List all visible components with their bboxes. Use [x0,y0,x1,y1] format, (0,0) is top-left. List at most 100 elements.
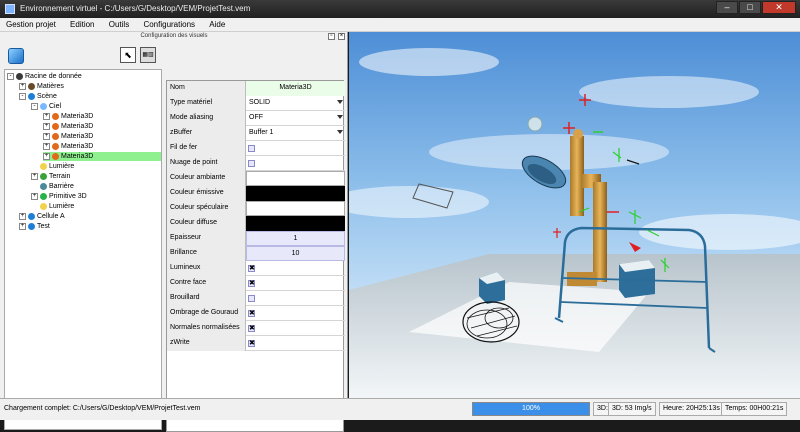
tree-item[interactable]: + Cellule A [19,212,65,221]
tree-item[interactable]: - Scène [19,92,57,101]
property-checkbox-cell[interactable]: ✖ [246,306,345,321]
tree-expander-icon[interactable]: + [31,192,38,200]
cloud [359,48,499,76]
menu-gestion-projet[interactable]: Gestion projet [0,18,62,32]
tree-item[interactable]: + Materia3D [43,122,93,131]
menu-edition[interactable]: Edition [64,18,100,32]
tree-expander-icon[interactable]: - [19,92,26,100]
color-swatch[interactable] [246,171,345,186]
tree-item[interactable]: Barrière [31,182,74,191]
tree-expander-icon[interactable]: + [43,122,50,130]
menu-aide[interactable]: Aide [203,18,231,32]
tree-item[interactable]: Lumière [31,202,74,211]
clock-time: Heure: 20H25:13s [659,402,724,416]
property-label: Nom [167,81,246,96]
checkbox[interactable] [248,295,255,302]
tree-expander-icon[interactable]: + [43,112,50,120]
checkbox[interactable]: ✖ [248,340,255,347]
maximize-button[interactable]: □ [739,1,761,14]
tree-expander-icon[interactable]: + [19,222,26,230]
material-icon [52,132,59,140]
checkbox[interactable]: ✖ [248,265,255,272]
3d-viewport[interactable] [349,32,800,398]
property-checkbox-cell[interactable]: ✖ [246,321,345,336]
panel-close-icon[interactable]: × [338,33,345,40]
tree-item[interactable]: + Materia3D [43,112,93,121]
property-row: Type matériel SOLID [167,96,345,111]
menu-configurations[interactable]: Configurations [137,18,201,32]
cloud [579,76,759,108]
property-label: Contre face [167,276,246,291]
minimize-button[interactable]: – [716,1,738,14]
tree-item[interactable]: + Materia3D [43,152,161,161]
barrier-icon [40,182,47,190]
property-checkbox-cell[interactable]: ✖ [246,261,345,276]
property-row: Couleur diffuse [167,216,345,231]
select-value: SOLID [249,99,271,106]
tree-item[interactable]: + Test [19,222,50,231]
primitive-icon [40,192,47,200]
property-row: zBuffer Buffer 1 [167,126,345,141]
status-bar: Chargement complet: C:/Users/G/Desktop/V… [0,398,800,420]
property-label: Brouillard [167,291,246,306]
property-label: Normales normalisées [167,321,246,336]
tree-item[interactable]: Lumière [31,162,74,171]
property-label: Lumineux [167,261,246,276]
property-checkbox-cell[interactable]: ✖ [246,336,345,351]
close-button[interactable]: ✕ [762,1,796,14]
tree-item[interactable]: - Ciel [31,102,61,111]
color-swatch[interactable] [246,216,345,231]
tree-expander-icon[interactable]: + [43,132,50,140]
property-checkbox-cell[interactable]: ✖ [246,276,345,291]
tree-expander-icon[interactable]: + [19,82,26,90]
materials-icon [28,82,35,90]
globe-icon [28,212,35,220]
tree-item-label: Lumière [49,203,75,210]
property-row: Ombrage de Gouraud ✖ [167,306,345,321]
tree-expander-icon[interactable]: + [31,172,38,180]
tree-expander-icon[interactable]: - [7,72,14,80]
checkbox[interactable] [248,160,255,167]
grid-view-icon[interactable]: ▦▥ [140,47,156,63]
checkbox[interactable]: ✖ [248,280,255,287]
tree-expander-icon[interactable]: + [43,142,50,150]
tree-expander-icon[interactable]: - [31,102,38,110]
tree-item[interactable]: + Primitive 3D [31,192,87,201]
chevron-down-icon [337,115,343,119]
tree-item[interactable]: + Terrain [31,172,70,181]
tree-item-label: Cellule A [37,213,65,220]
color-swatch[interactable] [246,186,345,201]
property-select[interactable]: SOLID [246,96,345,111]
number-field[interactable]: 10 [246,246,345,261]
menu-outils[interactable]: Outils [103,18,135,32]
checkbox[interactable]: ✖ [248,325,255,332]
cube-icon[interactable] [8,48,24,64]
elapsed-time: Temps: 00H00:21s [721,402,788,416]
property-label: Brillance [167,246,246,261]
property-row: Brillance 10 [167,246,345,261]
tree-item[interactable]: + Matières [19,82,64,91]
property-row: Nuage de point [167,156,345,171]
tree-item[interactable]: - Racine de donnée [7,72,82,81]
property-select[interactable]: OFF [246,111,345,126]
tree-item-label: Materia3D [61,113,94,120]
checkbox[interactable] [248,145,255,152]
property-checkbox-cell[interactable] [246,156,345,171]
property-checkbox-cell[interactable] [246,291,345,306]
tree-item-label: Lumière [49,163,75,170]
tree-expander-icon[interactable]: + [43,152,50,160]
property-row: Couleur ambiante [167,171,345,186]
chevron-down-icon [337,100,343,104]
panel-float-icon[interactable]: ▫ [328,33,335,40]
number-field[interactable]: 1 [246,231,345,246]
property-select[interactable]: Buffer 1 [246,126,345,141]
property-checkbox-cell[interactable] [246,141,345,156]
tree-expander-icon[interactable]: + [19,212,26,220]
name-field[interactable]: Materia3D [246,81,345,96]
cursor-arrow-icon[interactable]: ⬉ [120,47,136,63]
property-label: Couleur spéculaire [167,201,246,216]
checkbox[interactable]: ✖ [248,310,255,317]
color-swatch[interactable] [246,201,345,216]
tree-item[interactable]: + Materia3D [43,132,93,141]
tree-item[interactable]: + Materia3D [43,142,93,151]
